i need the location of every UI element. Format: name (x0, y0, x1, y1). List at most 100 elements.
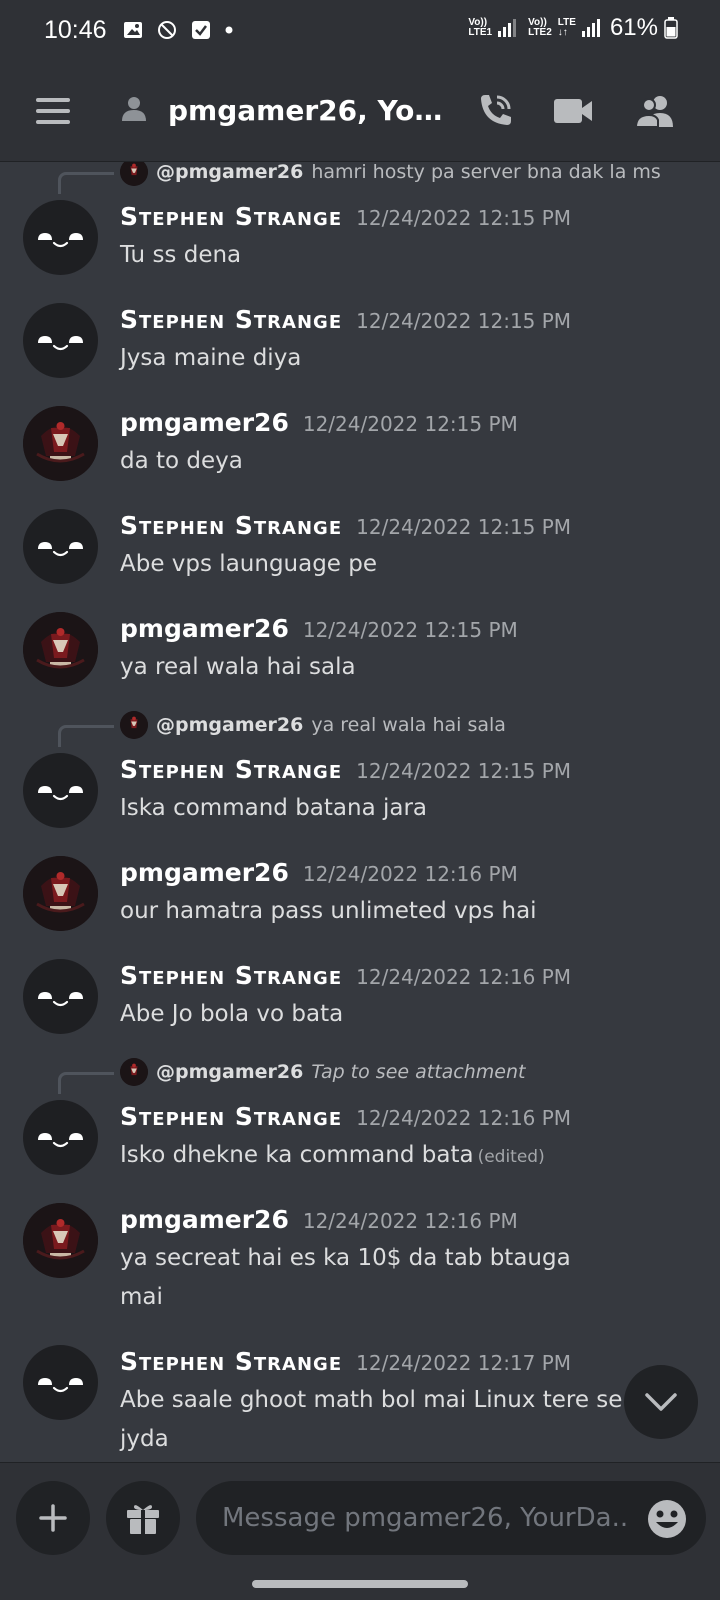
author-name[interactable]: Stephen Strange (120, 961, 342, 990)
lte-indicator: LTE ↓↑ (557, 17, 576, 38)
avatar[interactable] (23, 200, 98, 275)
plus-icon (39, 1504, 67, 1532)
video-icon (554, 99, 592, 123)
author-name[interactable]: pmgamer26 (120, 614, 289, 643)
message-line: mai (120, 1284, 163, 1310)
message-timestamp: 12/24/2022 12:16 PM (356, 1106, 572, 1130)
home-indicator[interactable] (252, 1580, 468, 1588)
reply-author: @pmgamer26 (156, 162, 304, 183)
avatar[interactable] (23, 509, 98, 584)
reply-avatar (120, 162, 148, 186)
reply-preview[interactable]: @pmgamer26 hamri hosty pa server bna dak … (120, 162, 661, 186)
message-line: Abe vps launguage pe (120, 551, 378, 577)
reply-preview[interactable]: @pmgamer26 Tap to see attachment (120, 1058, 525, 1086)
channel-title[interactable]: pmgamer26, YourDa... (168, 94, 443, 127)
message-item[interactable]: Stephen Strange 12/24/2022 12:15 PM Iska c… (0, 753, 720, 828)
attach-button[interactable] (16, 1481, 90, 1555)
message-line: our hamatra pass unlimeted vps hai (120, 898, 537, 924)
message-item[interactable]: Stephen Strange 12/24/2022 12:17 PM Abe sa… (0, 1345, 720, 1452)
message-item[interactable]: pmgamer26 12/24/2022 12:16 PM ya secreat h… (0, 1203, 720, 1317)
message-item[interactable]: pmgamer26 12/24/2022 12:15 PM da to deya (0, 406, 720, 481)
author-name[interactable]: Stephen Strange (120, 1347, 342, 1376)
avatar[interactable] (23, 753, 98, 828)
reply-avatar (120, 1058, 148, 1086)
message-timestamp: 12/24/2022 12:17 PM (356, 1351, 572, 1375)
message-timestamp: 12/24/2022 12:15 PM (302, 412, 518, 436)
message-line: Isko dhekne ka command bata (120, 1142, 474, 1168)
message-text: ya secreat hai es ka 10$ da tab btauga (120, 1239, 660, 1278)
author-name[interactable]: Stephen Strange (120, 511, 342, 540)
message-author[interactable]: Stephen Strange 12/24/2022 12:15 PM (120, 305, 571, 334)
video-button[interactable] (548, 88, 598, 134)
battery-percent: 61% (609, 14, 658, 41)
avatar[interactable] (23, 303, 98, 378)
reply-text: Tap to see attachment (311, 1061, 526, 1083)
message-timestamp: 12/24/2022 12:15 PM (356, 309, 572, 333)
message-line: Iska command batana jara (120, 795, 428, 821)
author-name[interactable]: Stephen Strange (120, 305, 342, 334)
message-text: Jysa maine diya (120, 339, 660, 378)
hamburger-icon[interactable] (36, 98, 70, 124)
sim1-indicator: Vo)) LTE1 (468, 17, 493, 38)
chevron-down-icon (645, 1393, 677, 1411)
signal1-icon (498, 19, 517, 37)
message-text: Isko dhekne ka command bata (edited) (120, 1136, 660, 1177)
message-author[interactable]: Stephen Strange 12/24/2022 12:15 PM (120, 755, 571, 784)
members-button[interactable] (630, 88, 680, 134)
call-button[interactable] (470, 88, 520, 134)
message-author[interactable]: Stephen Strange 12/24/2022 12:16 PM (120, 961, 571, 990)
avatar[interactable] (23, 1203, 98, 1278)
jump-to-latest-button[interactable] (624, 1365, 698, 1439)
dot-icon (225, 26, 233, 34)
message-author[interactable]: pmgamer26 12/24/2022 12:15 PM (120, 408, 518, 437)
message-item[interactable]: Stephen Strange 12/24/2022 12:15 PM Tu ss … (0, 200, 720, 275)
author-name[interactable]: pmgamer26 (120, 1205, 289, 1234)
message-author[interactable]: Stephen Strange 12/24/2022 12:15 PM (120, 202, 571, 231)
members-icon (634, 96, 673, 128)
message-input[interactable] (196, 1481, 706, 1555)
message-item[interactable]: pmgamer26 12/24/2022 12:16 PM our hamatra … (0, 856, 720, 931)
blocked-icon (157, 21, 176, 39)
author-name[interactable]: Stephen Strange (120, 202, 342, 231)
message-item[interactable]: Stephen Strange 12/24/2022 12:15 PM Abe vp… (0, 509, 720, 584)
message-item[interactable]: Stephen Strange 12/24/2022 12:16 PM Abe Jo… (0, 959, 720, 1034)
avatar[interactable] (23, 612, 98, 687)
avatar[interactable] (23, 959, 98, 1034)
check-icon (191, 21, 210, 39)
reply-preview[interactable]: @pmgamer26 ya real wala hai sala (120, 711, 506, 739)
gift-button[interactable] (106, 1481, 180, 1555)
avatar[interactable] (23, 856, 98, 931)
avatar[interactable] (23, 1345, 98, 1420)
reply-connector (58, 1072, 114, 1094)
call-icon (481, 95, 511, 125)
message-author[interactable]: pmgamer26 12/24/2022 12:16 PM (120, 1205, 518, 1234)
message-line: Jysa maine diya (120, 345, 302, 371)
message-text: Abe saale ghoot math bol mai Linux tere … (120, 1381, 660, 1459)
avatar[interactable] (23, 1100, 98, 1175)
gallery-icon (123, 22, 142, 38)
message-item[interactable]: pmgamer26 12/24/2022 12:15 PM ya real wala… (0, 612, 720, 687)
sim2-indicator: Vo)) LTE2 (528, 17, 552, 38)
author-name[interactable]: pmgamer26 (120, 858, 289, 887)
author-name[interactable]: Stephen Strange (120, 755, 342, 784)
message-line: da to deya (120, 448, 243, 474)
message-item[interactable]: Stephen Strange 12/24/2022 12:15 PM Jysa m… (0, 303, 720, 378)
message-text: mai (120, 1278, 660, 1317)
reply-avatar (120, 711, 148, 739)
status-bar: 10:46 Vo)) LTE1 Vo)) LTE2 LTE ↓↑ 61% (0, 0, 720, 60)
message-timestamp: 12/24/2022 12:15 PM (356, 515, 572, 539)
message-author[interactable]: pmgamer26 12/24/2022 12:15 PM (120, 614, 518, 643)
author-name[interactable]: Stephen Strange (120, 1102, 342, 1131)
emoji-button[interactable] (646, 1498, 688, 1540)
avatar[interactable] (23, 406, 98, 481)
message-author[interactable]: Stephen Strange 12/24/2022 12:17 PM (120, 1347, 571, 1376)
message-list[interactable]: @pmgamer26 hamri hosty pa server bna dak … (0, 162, 720, 1462)
message-author[interactable]: Stephen Strange 12/24/2022 12:16 PM (120, 1102, 571, 1131)
signal2-icon (581, 19, 600, 37)
message-author[interactable]: Stephen Strange 12/24/2022 12:15 PM (120, 511, 571, 540)
message-author[interactable]: pmgamer26 12/24/2022 12:16 PM (120, 858, 518, 887)
message-line: ya real wala hai sala (120, 654, 356, 680)
reply-author: @pmgamer26 (156, 714, 304, 736)
message-item[interactable]: Stephen Strange 12/24/2022 12:16 PM Isko d… (0, 1100, 720, 1175)
author-name[interactable]: pmgamer26 (120, 408, 289, 437)
